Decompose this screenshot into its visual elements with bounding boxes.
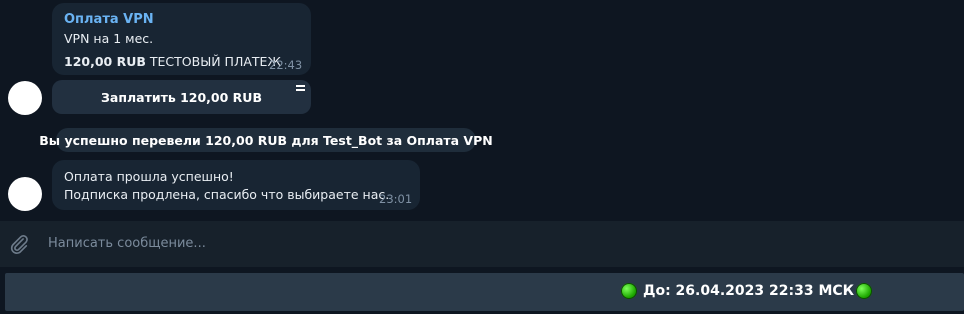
chat-area: Оплата VPN VPN на 1 мес. 120,00 RUB ТЕСТ… [0, 0, 964, 220]
subscription-status: До: 26.04.2023 22:33 МСК [621, 283, 873, 299]
invoice-amount: 120,00 RUB [64, 54, 146, 69]
invoice-description: VPN на 1 мес. [64, 31, 154, 46]
confirmation-message: Оплата прошла успешно! Подписка продлена… [52, 160, 420, 210]
message-input[interactable]: Написать сообщение... [48, 236, 206, 251]
confirmation-time: 23:01 [379, 192, 413, 206]
invoice-message: Оплата VPN VPN на 1 мес. 120,00 RUB ТЕСТ… [52, 3, 311, 75]
paperclip-icon[interactable] [8, 233, 30, 255]
green-circle-icon [856, 283, 873, 299]
confirmation-line-2: Подписка продлена, спасибо что выбираете… [64, 187, 390, 202]
bot-avatar[interactable] [8, 177, 42, 211]
message-composer[interactable]: Написать сообщение... [0, 221, 964, 267]
keyboard-button[interactable]: До: 26.04.2023 22:33 МСК [5, 273, 964, 311]
invoice-title[interactable]: Оплата VPN [64, 12, 154, 27]
pay-button-label: Заплатить 120,00 RUB [101, 89, 262, 105]
bot-avatar[interactable] [8, 81, 42, 115]
inline-button-icon [296, 85, 305, 91]
green-circle-icon [621, 283, 637, 299]
service-message: Вы успешно перевели 120,00 RUB для Test_… [39, 128, 493, 152]
invoice-amount-note: ТЕСТОВЫЙ ПЛАТЕЖ [149, 54, 281, 69]
subscription-status-text: До: 26.04.2023 22:33 МСК [643, 283, 855, 299]
service-message-text: Вы успешно перевели 120,00 RUB для Test_… [39, 132, 493, 148]
invoice-amount-row: 120,00 RUB ТЕСТОВЫЙ ПЛАТЕЖ [64, 54, 281, 69]
invoice-time: 22:43 [269, 58, 303, 72]
pay-button[interactable]: Заплатить 120,00 RUB [52, 80, 311, 114]
confirmation-line-1: Оплата прошла успешно! [64, 169, 234, 184]
